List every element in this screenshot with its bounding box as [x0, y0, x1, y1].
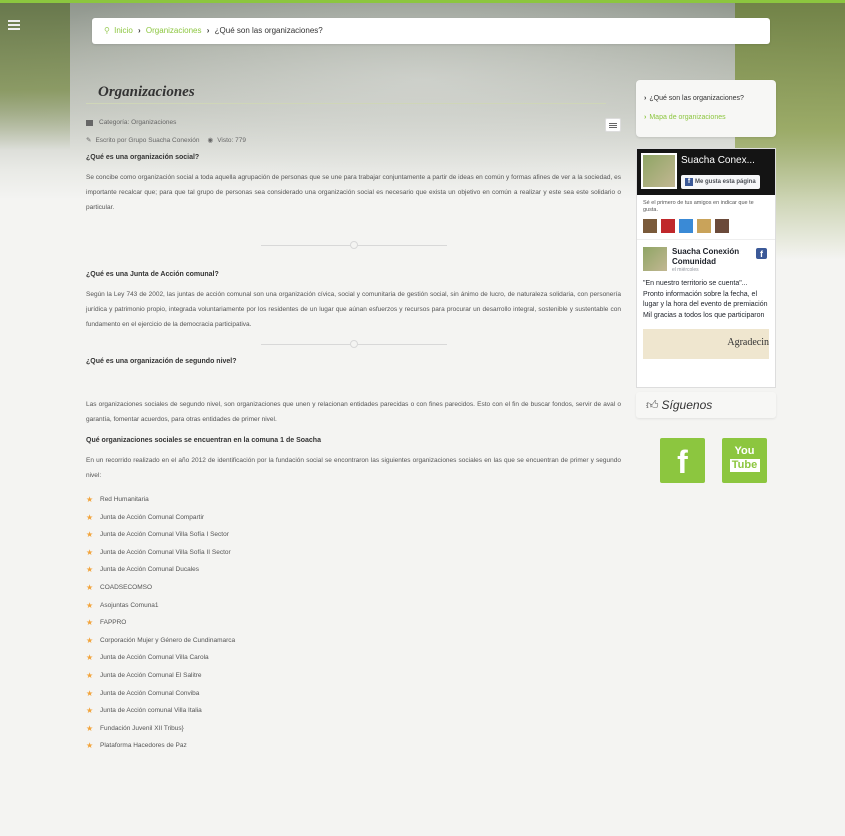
- list-item: ★ FAPPRO: [86, 614, 621, 632]
- chevron-right-icon: ›: [138, 26, 141, 35]
- chevron-right-icon: ›: [644, 114, 647, 121]
- list-item: ★ Red Humanitaria: [86, 491, 621, 509]
- section-text-junta-accion: Según la Ley 743 de 2002, las juntas de …: [86, 291, 621, 328]
- list-item: ★ Junta de Acción Comunal Ducales: [86, 561, 621, 579]
- organizations-list: ★ Red Humanitaria ★ Junta de Acción Comuna…: [86, 491, 621, 755]
- list-item: ★ COADSECOMSO: [86, 579, 621, 597]
- star-icon: ★: [86, 530, 94, 540]
- article-meta: Categoría: Organizaciones ✎ Escrito por …: [86, 118, 621, 145]
- list-item: ★ Junta de Acción comunal Villa Italia: [86, 702, 621, 720]
- avatar[interactable]: [643, 247, 667, 271]
- star-icon: ★: [86, 618, 94, 628]
- list-item: ★ Junta de Acción Comunal Villa Sofía I S…: [86, 526, 621, 544]
- chevron-right-icon: ›: [206, 26, 210, 35]
- thumbs-up-icon: 👍︎: [646, 398, 659, 412]
- star-icon: ★: [86, 582, 94, 592]
- section-heading-organizacion-social: ¿Qué es una organización social?: [86, 154, 200, 161]
- star-icon: ★: [86, 512, 94, 522]
- section-heading-junta-accion: ¿Qué es una Junta de Acción comunal?: [86, 271, 219, 278]
- section-heading-segundo-nivel: ¿Qué es una organización de segundo nive…: [86, 358, 237, 365]
- avatar[interactable]: [643, 219, 657, 233]
- facebook-post-time: el miércoles: [672, 267, 699, 273]
- list-item: ★ Junta de Acción Comunal Villa Carola: [86, 649, 621, 667]
- eye-icon: ◉: [207, 137, 214, 144]
- star-icon: ★: [86, 635, 94, 645]
- section-text-comuna-1: En un recorrido realizado en el año 2012…: [86, 457, 621, 479]
- avatar[interactable]: [697, 219, 711, 233]
- list-item: ★ Junta de Acción Comunal Conviba: [86, 685, 621, 703]
- sidebar-item-mapa[interactable]: › Mapa de organizaciones: [644, 108, 768, 127]
- social-links: f You Tube: [636, 438, 776, 483]
- sidebar-item-que-son[interactable]: › ¿Qué son las organizaciones?: [644, 89, 768, 108]
- follow-us-heading: 👍︎ Síguenos: [636, 392, 776, 418]
- star-icon: ★: [86, 653, 94, 663]
- facebook-friends-text: Sé el primero de tus amigos en indicar q…: [643, 200, 754, 213]
- facebook-friend-faces: [637, 217, 775, 240]
- article: Organizaciones Categoría: Organizaciones…: [86, 80, 621, 755]
- breadcrumb: ⚲ Inicio › Organizaciones › ¿Qué son las…: [92, 18, 770, 44]
- folder-icon: [86, 119, 93, 126]
- article-visits: Visto: 779: [217, 137, 246, 144]
- chevron-right-icon: ›: [644, 95, 647, 102]
- avatar[interactable]: [715, 219, 729, 233]
- star-icon: ★: [86, 565, 94, 575]
- list-item: ★ Plataforma Hacedores de Paz: [86, 737, 621, 755]
- list-item: ★ Junta de Acción Comunal El Salitre: [86, 667, 621, 685]
- top-accent-bar: [0, 0, 845, 3]
- star-icon: ★: [86, 741, 94, 751]
- youtube-button[interactable]: You Tube: [722, 438, 767, 483]
- facebook-like-button[interactable]: f Me gusta esta página: [681, 175, 760, 189]
- list-item: ★ Junta de Acción Comunal Villa Sofía II …: [86, 544, 621, 562]
- facebook-cover: Suacha Conex... f Me gusta esta página: [637, 149, 775, 195]
- list-options-button[interactable]: [605, 118, 621, 132]
- breadcrumb-home-link[interactable]: Inicio: [114, 26, 133, 35]
- star-icon: ★: [86, 600, 94, 610]
- facebook-page-widget: Suacha Conex... f Me gusta esta página Sé…: [636, 148, 776, 388]
- section-divider: [260, 241, 447, 249]
- star-icon: ★: [86, 723, 94, 733]
- pencil-icon: ✎: [86, 137, 92, 144]
- facebook-page-name[interactable]: Suacha Conex...: [681, 155, 755, 166]
- breadcrumb-organizaciones-link[interactable]: Organizaciones: [146, 26, 202, 35]
- facebook-icon: f: [685, 178, 693, 186]
- article-author: Escrito por Grupo Suacha Conexión: [95, 137, 200, 144]
- sidebar: › ¿Qué son las organizaciones? › Mapa de o…: [636, 80, 776, 483]
- breadcrumb-current: ¿Qué son las organizaciones?: [214, 26, 323, 35]
- list-item: ★ Corporación Mujer y Género de Cundinama…: [86, 632, 621, 650]
- star-icon: ★: [86, 706, 94, 716]
- facebook-icon: f: [756, 248, 767, 259]
- facebook-post-header: Suacha Conexión Comunidad el miércoles f: [637, 240, 775, 277]
- page-title: Organizaciones: [86, 80, 606, 104]
- star-icon: ★: [86, 670, 94, 680]
- star-icon: ★: [86, 547, 94, 557]
- section-text-segundo-nivel: Las organizaciones sociales de segundo n…: [86, 401, 621, 423]
- star-icon: ★: [86, 495, 94, 504]
- section-heading-comuna-1: Qué organizaciones sociales se encuentra…: [86, 437, 321, 444]
- location-pin-icon: ⚲: [104, 26, 110, 35]
- avatar[interactable]: [661, 219, 675, 233]
- list-item: ★ Fundación Juvenil XII Tribus}: [86, 720, 621, 738]
- hamburger-menu-icon[interactable]: [8, 20, 20, 30]
- facebook-post-image[interactable]: Agradecin: [643, 329, 769, 359]
- facebook-post-author[interactable]: Suacha Conexión Comunidad: [672, 247, 752, 267]
- avatar[interactable]: [679, 219, 693, 233]
- article-category: Categoría: Organizaciones: [99, 119, 177, 126]
- list-item: ★ Asojuntas Comuna1: [86, 597, 621, 615]
- facebook-page-avatar[interactable]: [641, 153, 677, 189]
- sidebar-menu: › ¿Qué son las organizaciones? › Mapa de o…: [636, 80, 776, 137]
- section-text-organizacion-social: Se concibe como organización social a to…: [86, 174, 621, 211]
- section-divider: [260, 340, 447, 348]
- facebook-post-text: "En nuestro territorio se cuenta"... Pro…: [643, 280, 768, 319]
- facebook-button[interactable]: f: [660, 438, 705, 483]
- list-item: ★ Junta de Acción Comunal Compartir: [86, 509, 621, 527]
- star-icon: ★: [86, 688, 94, 698]
